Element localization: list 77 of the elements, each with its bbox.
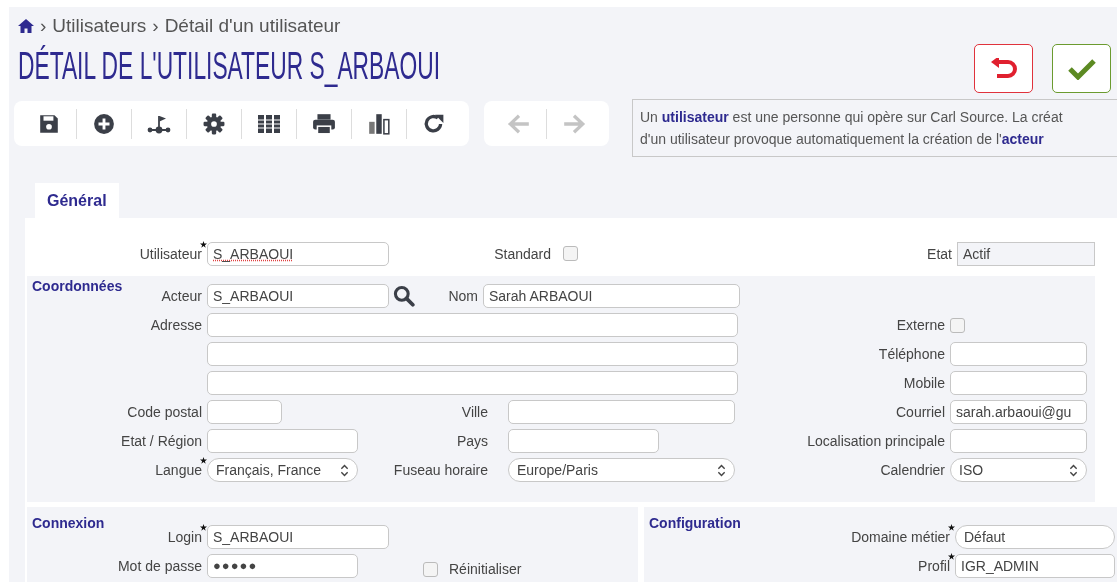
field-label: Ville	[461, 404, 488, 420]
refresh-icon	[422, 112, 446, 135]
field-label: Fuseau horaire	[393, 462, 488, 478]
input-field[interactable]	[950, 342, 1087, 366]
printer-icon	[312, 112, 336, 135]
field-label: Etat	[927, 245, 952, 262]
breadcrumb-item[interactable]: Utilisateurs	[52, 15, 147, 37]
chevron-icon	[1069, 463, 1078, 477]
home-icon[interactable]	[18, 19, 34, 33]
add-icon	[92, 112, 116, 135]
section-title: Configuration	[648, 515, 741, 531]
settings-icon	[202, 112, 226, 135]
info-text: Un utilisateur est une personne qui opère sur Carl Source. La créat	[640, 108, 1064, 127]
info-text: d'un utilisateur provoque automatiquement la création de l'acteur	[640, 130, 1045, 149]
select-field[interactable]: Europe/Paris	[508, 458, 735, 482]
input-field[interactable]: sarah.arbaoui@gu	[950, 400, 1087, 424]
input-field[interactable]	[207, 400, 282, 424]
select-field[interactable]: ISO	[950, 458, 1087, 482]
breadcrumb-separator: ›	[40, 15, 47, 37]
undo-button[interactable]	[974, 44, 1033, 93]
field-label: Etat / Région	[121, 433, 202, 449]
password-field[interactable]: ●●●●●	[207, 554, 358, 578]
breadcrumb-item: Détail d'un utilisateur	[164, 15, 341, 37]
field-label: Standard	[494, 245, 551, 262]
section-title: Connexion	[31, 515, 105, 531]
select-field[interactable]: Français, France	[207, 458, 358, 482]
left-arrow-icon	[507, 112, 531, 135]
checkbox-label: Réinitialiser	[449, 561, 522, 577]
field-label: Calendrier	[880, 462, 945, 478]
input-field[interactable]	[207, 371, 738, 395]
field-label: Mobile	[903, 375, 945, 391]
checkbox[interactable]	[423, 561, 438, 577]
check-icon	[1067, 57, 1096, 80]
input-field[interactable]	[508, 400, 735, 424]
field-label: Langue	[155, 462, 202, 478]
binders-icon	[257, 112, 281, 135]
right-arrow-icon	[562, 112, 586, 135]
input-field[interactable]: S_ARBAOUI	[207, 525, 389, 549]
input-field[interactable]	[950, 429, 1087, 453]
field-label: Courriel	[896, 404, 945, 420]
field-label: Mot de passe	[117, 558, 202, 574]
field-label: Login	[167, 529, 202, 545]
field-label: Localisation principale	[807, 433, 945, 449]
input-field[interactable]	[207, 429, 358, 453]
field-label: Code postal	[127, 404, 202, 420]
checkbox[interactable]	[950, 317, 965, 333]
input-field[interactable]: S_ARBAOUI	[207, 241, 389, 266]
page-title: DÉTAIL DE L'UTILISATEUR S_ARBAOUI	[18, 44, 441, 88]
input-field[interactable]: Sarah ARBAOUI	[483, 284, 740, 308]
search-icon[interactable]	[393, 285, 415, 307]
input-field[interactable]	[950, 371, 1087, 395]
field-label: Acteur	[161, 288, 202, 304]
chevron-icon	[340, 463, 349, 477]
save-icon	[37, 112, 61, 135]
input-field[interactable]: S_ARBAOUI	[207, 284, 389, 308]
chevron-icon	[717, 463, 726, 477]
checkbox[interactable]	[563, 246, 578, 261]
field-label: Nom	[448, 288, 478, 304]
return-arrow-icon	[989, 57, 1018, 80]
input-field[interactable]	[207, 342, 738, 366]
field-label: Pays	[456, 433, 488, 449]
field-label: Domaine métier	[851, 529, 950, 545]
field-label: Téléphone	[878, 346, 945, 362]
section-title: Coordonnées	[31, 278, 123, 294]
tab[interactable]: Général	[35, 183, 119, 218]
breadcrumb-separator: ›	[152, 15, 159, 37]
input-field[interactable]	[207, 313, 738, 337]
select-field[interactable]: Défaut	[955, 525, 1115, 549]
field-label: Utilisateur	[139, 245, 202, 262]
input-field[interactable]	[508, 429, 659, 453]
input-field: Actif	[957, 241, 1095, 266]
field-label: Externe	[896, 317, 945, 333]
confirm-button[interactable]	[1052, 44, 1111, 93]
field-label: Adresse	[150, 317, 202, 333]
input-field[interactable]: IGR_ADMIN	[955, 554, 1115, 578]
field-label: Profil	[918, 558, 950, 574]
bar-chart-icon	[367, 112, 391, 135]
